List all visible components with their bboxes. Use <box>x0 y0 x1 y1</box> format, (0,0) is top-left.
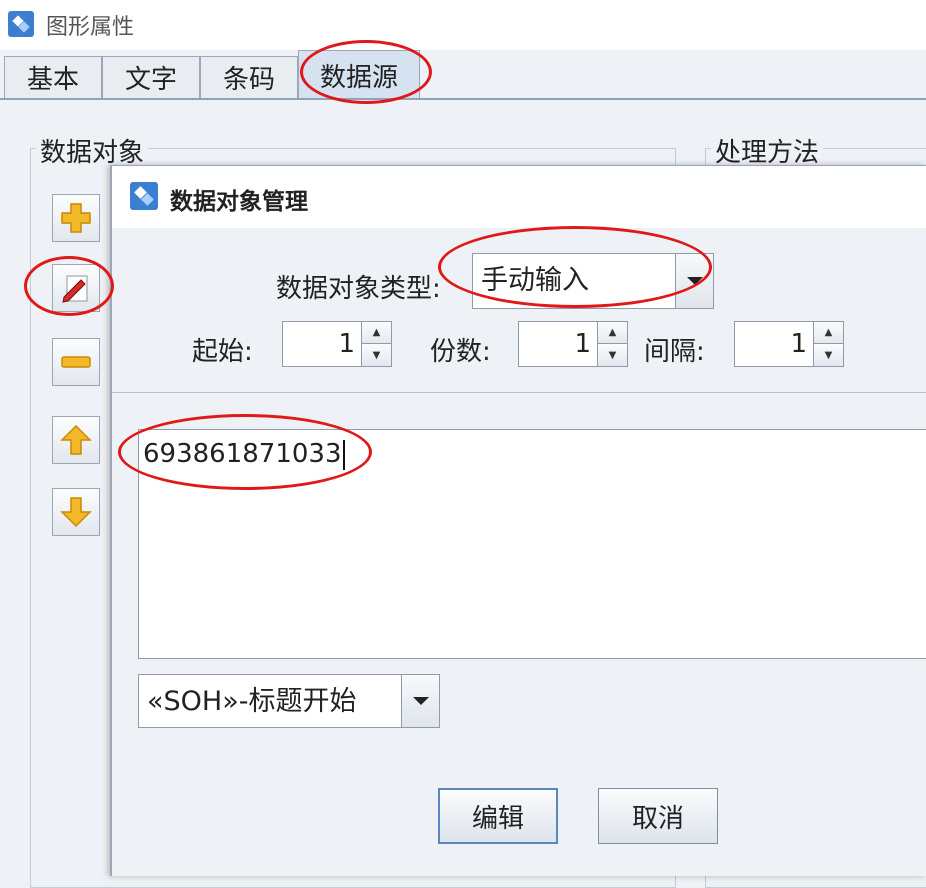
app-logo-icon <box>130 182 158 210</box>
copies-label: 份数: <box>430 337 491 367</box>
control-character-dropdown-button[interactable] <box>401 675 439 727</box>
data-object-type-select[interactable]: 手动输入 <box>472 253 714 309</box>
start-decrement-button[interactable]: ▼ <box>361 344 391 366</box>
data-object-type-value: 手动输入 <box>481 265 589 296</box>
control-character-value: «SOH»-标题开始 <box>147 686 357 717</box>
processing-group-title: 处理方法 <box>711 132 824 169</box>
cancel-button[interactable]: 取消 <box>598 788 718 844</box>
interval-decrement-button[interactable]: ▼ <box>813 344 843 366</box>
start-label: 起始: <box>192 337 253 367</box>
copies-increment-button[interactable]: ▲ <box>597 322 627 344</box>
interval-spinner[interactable]: 1 ▲ ▼ <box>734 321 844 367</box>
interval-increment-button[interactable]: ▲ <box>813 322 843 344</box>
data-objects-group-title: 数据对象 <box>36 132 149 169</box>
move-down-button[interactable] <box>52 488 100 536</box>
start-value: 1 <box>338 329 355 359</box>
pencil-edit-icon <box>62 275 88 303</box>
window-title: 图形属性 <box>46 15 135 40</box>
data-object-type-dropdown-button[interactable] <box>675 254 713 308</box>
tab-barcode[interactable]: 条码 <box>200 56 298 98</box>
start-increment-button[interactable]: ▲ <box>361 322 391 344</box>
data-object-manager-dialog: 数据对象管理 数据对象类型: 手动输入 起始: 1 ▲ ▼ 份数: 1 ▲ ▼ … <box>110 165 926 876</box>
arrow-up-icon <box>60 424 92 455</box>
app-logo-icon <box>8 11 34 37</box>
chevron-down-icon <box>686 277 703 285</box>
copies-decrement-button[interactable]: ▼ <box>597 344 627 366</box>
section-divider <box>112 392 926 393</box>
edit-button[interactable]: 编辑 <box>438 788 558 844</box>
copies-value: 1 <box>574 329 591 359</box>
remove-data-object-button[interactable] <box>52 338 100 386</box>
plus-icon <box>61 203 91 233</box>
interval-value: 1 <box>790 329 807 359</box>
window-titlebar: 图形属性 <box>0 0 926 50</box>
data-text-area[interactable]: 693861871033 <box>138 429 926 659</box>
move-up-button[interactable] <box>52 416 100 464</box>
tab-basic[interactable]: 基本 <box>4 56 102 98</box>
tab-bar: 基本 文字 条码 数据源 <box>0 50 926 100</box>
edit-data-object-button[interactable] <box>52 264 100 312</box>
data-text-value: 693861871033 <box>143 439 342 469</box>
dialog-titlebar: 数据对象管理 <box>112 166 926 228</box>
tab-text[interactable]: 文字 <box>102 56 200 98</box>
arrow-down-icon <box>60 497 92 528</box>
add-data-object-button[interactable] <box>52 194 100 242</box>
interval-label: 间隔: <box>644 337 705 367</box>
start-spinner[interactable]: 1 ▲ ▼ <box>282 321 392 367</box>
dialog-title: 数据对象管理 <box>170 189 308 215</box>
data-object-type-label: 数据对象类型: <box>276 274 441 304</box>
copies-spinner[interactable]: 1 ▲ ▼ <box>518 321 628 367</box>
text-caret <box>342 439 345 470</box>
control-character-select[interactable]: «SOH»-标题开始 <box>138 674 440 728</box>
chevron-down-icon <box>412 697 429 705</box>
tab-datasource[interactable]: 数据源 <box>298 50 420 100</box>
minus-icon <box>61 356 91 368</box>
